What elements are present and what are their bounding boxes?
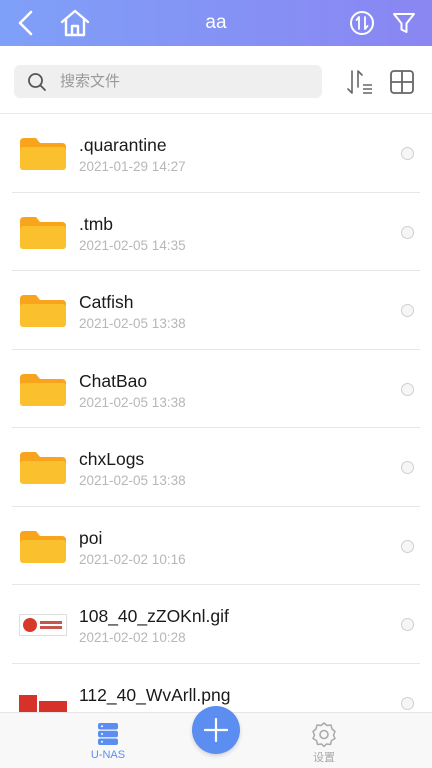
grid-view-icon (390, 70, 414, 94)
back-button[interactable] (6, 0, 46, 46)
select-radio[interactable] (401, 696, 414, 710)
file-name: ChatBao (79, 370, 148, 391)
select-radio[interactable] (401, 304, 414, 317)
file-name: .tmb (79, 213, 114, 234)
file-name: 112_40_WvArll.png (79, 684, 231, 705)
sort-button[interactable] (346, 0, 378, 46)
tab-u-nas[interactable]: U-NAS (68, 713, 148, 768)
list-item[interactable]: .quarantine 2021-01-29 14:27 (0, 114, 432, 193)
image-preview (19, 614, 67, 636)
home-button[interactable] (56, 0, 94, 46)
file-date: 2021-02-05 13:38 (79, 316, 186, 331)
file-date: 2021-02-05 13:38 (79, 473, 186, 488)
list-item[interactable]: poi 2021-02-02 10:16 (0, 507, 432, 585)
select-radio[interactable] (401, 225, 414, 239)
folder-icon (18, 291, 68, 331)
list-item[interactable]: Catfish 2021-02-05 13:38 (0, 271, 432, 350)
server-icon (96, 721, 120, 747)
folder-icon (18, 448, 68, 488)
search-bar (0, 46, 432, 114)
image-preview (19, 692, 67, 712)
select-radio[interactable] (401, 539, 414, 553)
app-header: aa (0, 0, 432, 46)
file-name: poi (79, 527, 103, 548)
list-item[interactable]: .tmb 2021-02-05 14:35 (0, 193, 432, 271)
image-thumbnail (18, 605, 68, 645)
gear-icon (311, 721, 337, 747)
list-item[interactable]: ChatBao 2021-02-05 13:38 (0, 350, 432, 428)
sort-list-icon (347, 70, 372, 94)
sort-list-button[interactable] (344, 66, 376, 98)
file-name: .quarantine (79, 135, 167, 155)
file-date: 2021-02-02 10:16 (79, 551, 186, 567)
tab-settings[interactable]: 设置 (284, 713, 364, 768)
folder-icon (18, 370, 68, 410)
select-radio[interactable] (401, 382, 414, 396)
grid-view-button[interactable] (386, 66, 418, 98)
folder-icon (18, 213, 68, 253)
file-date: 2021-02-05 14:35 (79, 237, 186, 253)
search-input[interactable] (60, 73, 300, 90)
file-date: 2021-01-29 14:27 (79, 159, 186, 174)
filter-icon (393, 13, 415, 33)
home-icon (60, 9, 90, 37)
sort-circle-icon (350, 11, 374, 35)
file-name: Catfish (79, 292, 134, 312)
chevron-left-icon (18, 10, 33, 36)
folder-icon (18, 134, 68, 174)
file-date: 2021-02-02 10:28 (79, 630, 186, 645)
list-item[interactable]: 108_40_zZOKnl.gif 2021-02-02 10:28 (0, 585, 432, 664)
search-icon (14, 65, 60, 98)
folder-icon (18, 527, 68, 567)
search-box[interactable] (14, 65, 322, 98)
file-name: 108_40_zZOKnl.gif (79, 606, 229, 626)
plus-icon (204, 718, 228, 742)
add-button[interactable] (192, 706, 240, 754)
select-radio[interactable] (401, 618, 414, 631)
filter-button[interactable] (388, 0, 420, 46)
select-radio[interactable] (401, 461, 414, 474)
file-name: chxLogs (79, 449, 145, 469)
image-thumbnail (18, 684, 68, 712)
tab-label: U-NAS (90, 749, 126, 761)
select-radio[interactable] (401, 147, 414, 160)
list-item[interactable]: 112_40_WvArll.png (0, 664, 432, 712)
tab-label: 设置 (313, 752, 335, 764)
file-date: 2021-02-05 13:38 (79, 394, 186, 410)
file-list: .quarantine 2021-01-29 14:27 .tmb 2021-0… (0, 114, 432, 712)
list-item[interactable]: chxLogs 2021-02-05 13:38 (0, 428, 432, 507)
